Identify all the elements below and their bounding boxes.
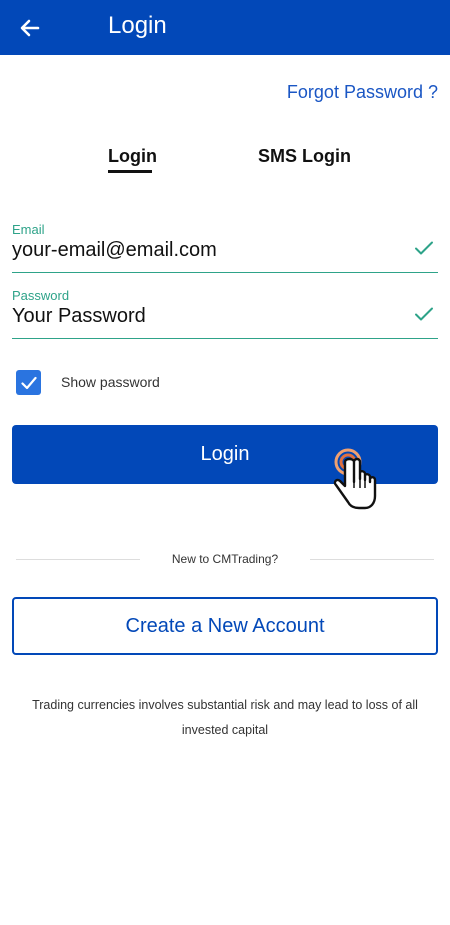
password-field: Password [12, 288, 438, 339]
email-input[interactable] [12, 239, 392, 262]
back-button[interactable] [10, 8, 50, 48]
email-label: Email [12, 222, 45, 237]
forgot-password-link[interactable]: Forgot Password ? [287, 82, 438, 103]
show-password-checkbox[interactable] [16, 370, 41, 395]
email-valid-check-icon [415, 241, 433, 255]
risk-disclaimer: Trading currencies involves substantial … [32, 698, 418, 737]
email-field: Email [12, 222, 438, 273]
show-password-label: Show password [61, 374, 160, 390]
page-title: Login [108, 12, 167, 39]
new-user-prompt: New to CMTrading? [171, 552, 279, 566]
password-input[interactable] [12, 305, 392, 328]
app-bar: Login [0, 0, 450, 55]
checkmark-icon [20, 376, 37, 389]
password-label: Password [12, 288, 70, 303]
active-tab-indicator [108, 170, 152, 173]
password-valid-check-icon [415, 307, 433, 321]
tab-login[interactable]: Login [108, 146, 157, 167]
create-account-button[interactable]: Create a New Account [12, 597, 438, 655]
arrow-left-icon [20, 19, 40, 37]
tab-sms-login[interactable]: SMS Login [258, 146, 351, 167]
tap-hand-cursor-icon [333, 448, 377, 510]
